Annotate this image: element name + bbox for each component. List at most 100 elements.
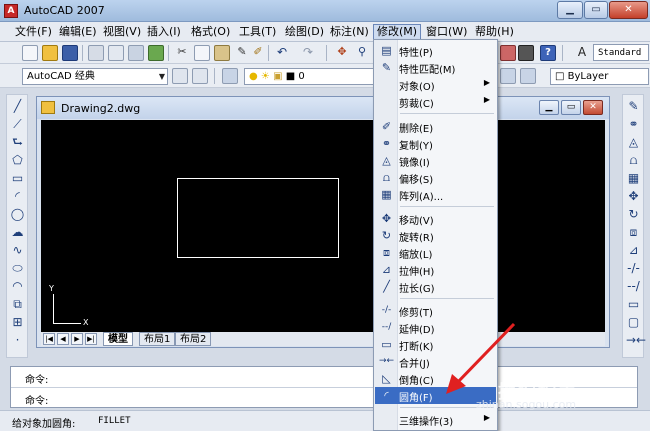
polyline-icon[interactable]: ⮑ <box>10 135 25 150</box>
first-tab-icon[interactable]: |◀ <box>43 333 55 345</box>
color-combo[interactable]: □ ByLayer <box>550 68 649 85</box>
cut-icon[interactable]: ✂ <box>174 45 190 61</box>
block-editor-icon[interactable]: ✐ <box>250 45 266 61</box>
maximize-button[interactable]: ▭ <box>584 1 608 19</box>
menu-modify[interactable]: 修改(M) <box>373 24 422 40</box>
menu-insert[interactable]: 插入(I) <box>144 24 184 40</box>
save-icon[interactable] <box>62 45 78 61</box>
spline-icon[interactable]: ∿ <box>10 243 25 258</box>
text-style-icon[interactable]: A <box>574 45 590 61</box>
doc-restore-button[interactable]: ▭ <box>561 100 581 115</box>
rectangle-object[interactable] <box>177 178 339 258</box>
make-current-icon[interactable] <box>520 68 536 84</box>
arc-icon[interactable]: ◜ <box>10 189 25 204</box>
mirror-icon[interactable]: ◬ <box>626 135 641 150</box>
make-block-icon[interactable]: ⊞ <box>10 315 25 330</box>
extend-icon[interactable]: --/ <box>626 279 641 294</box>
erase-icon[interactable]: ✎ <box>626 99 641 114</box>
ellipse-arc-icon[interactable]: ◠ <box>10 279 25 294</box>
undo-icon[interactable]: ↶ <box>274 45 290 61</box>
print-icon[interactable] <box>88 45 104 61</box>
menu-item-object[interactable]: 对象(O) ▶ <box>375 76 496 93</box>
match-prop-icon[interactable]: ✎ <box>234 45 250 61</box>
move-icon[interactable]: ✥ <box>626 189 641 204</box>
menu-item-properties[interactable]: ▤ 特性(P) <box>375 42 496 59</box>
tab-layout2[interactable]: 布局2 <box>175 332 212 346</box>
line-icon[interactable]: ╱ <box>10 99 25 114</box>
menu-item-rotate[interactable]: ↻ 旋转(R) <box>375 227 496 244</box>
open-icon[interactable] <box>42 45 58 61</box>
menu-dimension[interactable]: 标注(N) <box>327 24 372 40</box>
insert-block-icon[interactable]: ⧉ <box>10 297 25 312</box>
workspace-combo[interactable]: AutoCAD 经典 ▼ <box>22 68 168 85</box>
copy-clip-icon[interactable] <box>194 45 210 61</box>
offset-icon[interactable]: ⩍ <box>626 153 641 168</box>
prev-tab-icon[interactable]: ◀ <box>57 333 69 345</box>
array-icon[interactable]: ▦ <box>626 171 641 186</box>
sheet-set-icon[interactable] <box>500 45 516 61</box>
tab-model[interactable]: 模型 <box>103 332 133 346</box>
menu-item-trim[interactable]: -/- 修剪(T) <box>375 302 496 319</box>
menu-item-match-properties[interactable]: ✎ 特性匹配(M) <box>375 59 496 76</box>
revision-cloud-icon[interactable]: ☁ <box>10 225 25 240</box>
next-tab-icon[interactable]: ▶ <box>71 333 83 345</box>
menu-item-copy[interactable]: ⚭ 复制(Y) <box>375 135 496 152</box>
minimize-button[interactable]: ▁ <box>557 1 583 19</box>
trim-icon[interactable]: -/- <box>626 261 641 276</box>
ellipse-icon[interactable]: ⬭ <box>10 261 25 276</box>
menu-view[interactable]: 视图(V) <box>100 24 144 40</box>
menu-edit[interactable]: 编辑(E) <box>56 24 100 40</box>
menu-help[interactable]: 帮助(H) <box>472 24 517 40</box>
rotate-icon[interactable]: ↻ <box>626 207 641 222</box>
menu-window[interactable]: 窗口(W) <box>423 24 470 40</box>
help-icon[interactable]: ? <box>540 45 556 61</box>
explode-icon[interactable]: →← <box>626 333 646 348</box>
paste-icon[interactable] <box>214 45 230 61</box>
menu-item-clip[interactable]: 剪裁(C) ▶ <box>375 93 496 110</box>
publish-icon[interactable] <box>128 45 144 61</box>
redo-icon[interactable]: ↷ <box>300 45 316 61</box>
circle-icon[interactable]: ◯ <box>10 207 25 222</box>
zoom-icon[interactable]: ⚲ <box>354 45 370 61</box>
close-button[interactable]: ✕ <box>609 1 648 19</box>
menu-item-erase[interactable]: ✐ 删除(E) <box>375 118 496 135</box>
workspace-settings-icon[interactable] <box>172 68 188 84</box>
pan-icon[interactable]: ✥ <box>334 45 350 61</box>
menu-item-3d-operations[interactable]: 三维操作(3) ▶ <box>375 411 496 428</box>
layer-manager-icon[interactable] <box>222 68 238 84</box>
new-icon[interactable] <box>22 45 38 61</box>
point-icon[interactable]: · <box>10 333 25 348</box>
menu-item-scale[interactable]: ⧈ 缩放(L) <box>375 244 496 261</box>
join-icon[interactable]: ▢ <box>626 315 641 330</box>
doc-close-button[interactable]: ✕ <box>583 100 603 115</box>
text-style-combo[interactable]: Standard <box>593 44 649 61</box>
menu-item-move[interactable]: ✥ 移动(V) <box>375 210 496 227</box>
menu-draw[interactable]: 绘图(D) <box>282 24 327 40</box>
break-icon[interactable]: ▭ <box>626 297 641 312</box>
tab-layout1[interactable]: 布局1 <box>139 332 176 346</box>
layer-previous-icon[interactable] <box>500 68 516 84</box>
preview-icon[interactable] <box>108 45 124 61</box>
drawing-canvas[interactable]: Y X <box>41 120 605 332</box>
stretch-icon[interactable]: ⊿ <box>626 243 641 258</box>
last-tab-icon[interactable]: ▶| <box>85 333 97 345</box>
rectangle-icon[interactable]: ▭ <box>10 171 25 186</box>
calculator-icon[interactable] <box>518 45 534 61</box>
menu-format[interactable]: 格式(O) <box>188 24 233 40</box>
menu-item-mirror[interactable]: ◬ 镜像(I) <box>375 152 496 169</box>
doc-minimize-button[interactable]: ▁ <box>539 100 559 115</box>
scale-icon[interactable]: ⧈ <box>626 225 641 240</box>
workspace-save-icon[interactable] <box>192 68 208 84</box>
menu-item-array[interactable]: ▦ 阵列(A)... <box>375 186 496 203</box>
construction-line-icon[interactable]: ⟋ <box>10 117 25 132</box>
menu-item-lengthen[interactable]: ╱ 拉长(G) <box>375 278 496 295</box>
3d-dwf-icon[interactable] <box>148 45 164 61</box>
layer-combo[interactable]: ● ☀ ▣ ■ 0 <box>244 68 374 85</box>
polygon-icon[interactable]: ⬠ <box>10 153 25 168</box>
menu-item-offset[interactable]: ⩍ 偏移(S) <box>375 169 496 186</box>
menu-file[interactable]: 文件(F) <box>12 24 55 40</box>
copy-icon[interactable]: ⚭ <box>626 117 641 132</box>
menu-tools[interactable]: 工具(T) <box>236 24 279 40</box>
menu-item-stretch[interactable]: ⊿ 拉伸(H) <box>375 261 496 278</box>
command-prompt[interactable]: 命令: <box>25 392 48 407</box>
